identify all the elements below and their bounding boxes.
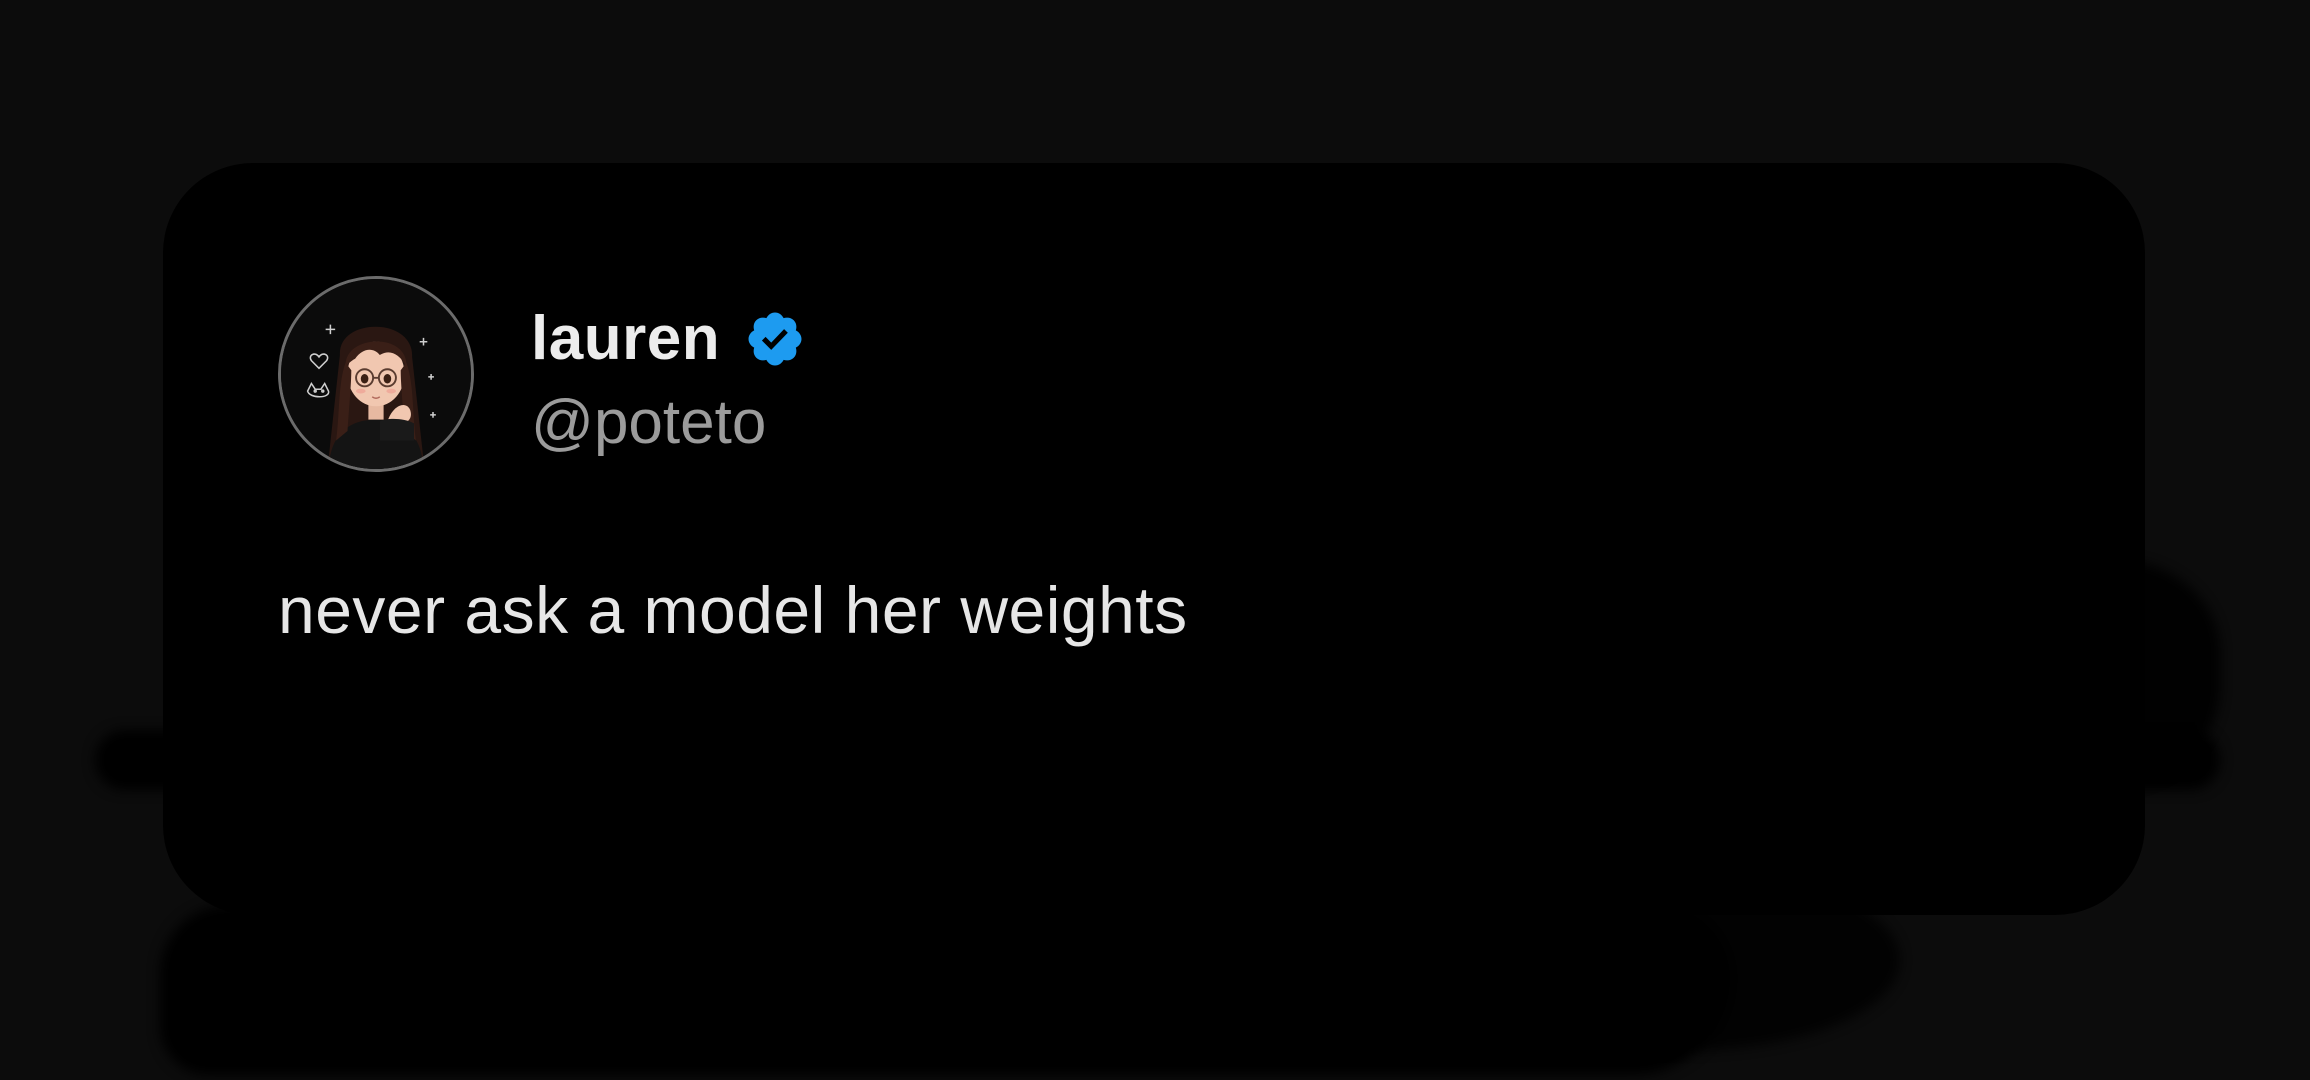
post-body-text: never ask a model her weights bbox=[278, 573, 1188, 647]
user-handle[interactable]: @poteto bbox=[531, 385, 766, 461]
verified-badge-icon[interactable] bbox=[744, 308, 806, 370]
anime-girl-avatar-icon bbox=[281, 279, 471, 469]
display-name[interactable]: lauren bbox=[531, 301, 720, 377]
avatar[interactable] bbox=[278, 276, 474, 472]
author-name-row: lauren bbox=[531, 301, 806, 377]
post-card[interactable]: lauren @poteto never ask a model her wei… bbox=[163, 163, 2145, 915]
backdrop-shape bbox=[160, 905, 1730, 1075]
